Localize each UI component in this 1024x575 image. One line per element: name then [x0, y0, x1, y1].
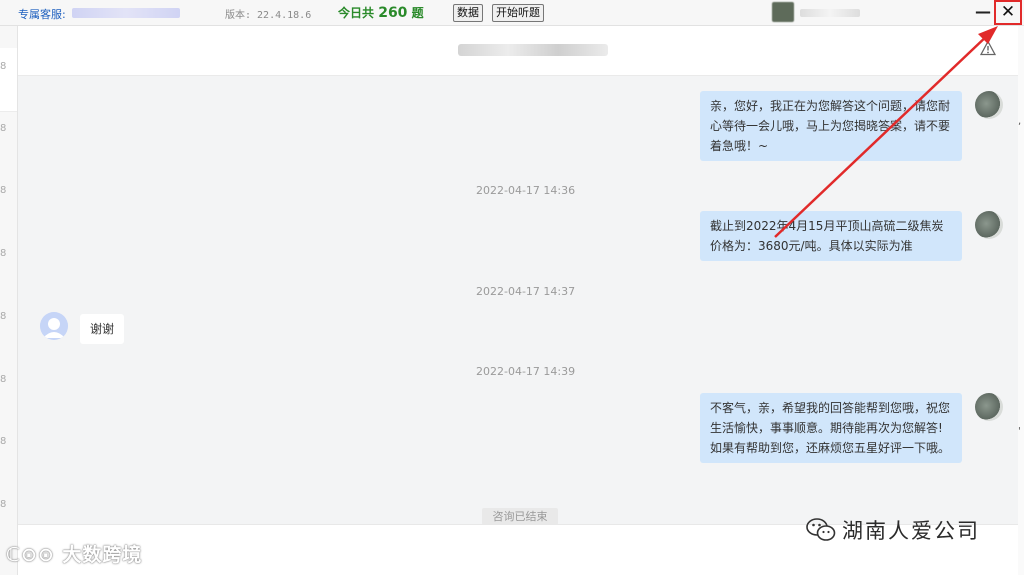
watermark-left: ℂ⊙⊙ 大数跨境: [6, 544, 143, 566]
version-label: 版本: 22.4.18.6: [225, 10, 312, 21]
timestamp: 2022-04-17 14:36: [476, 184, 576, 197]
start-listen-button[interactable]: 开始听题: [492, 4, 544, 22]
redacted-user-name: [800, 9, 860, 17]
agent-message: 亲，您好，我正在为您解答这个问题，请您耐心等待一会儿哦，马上为您揭晓答案，请不要…: [700, 91, 962, 161]
watermark-logo-icon: ℂ⊙⊙: [6, 544, 63, 566]
top-toolbar: 专属客服: 版本: 22.4.18.6 今日共 260 题 数据 开始听题 — …: [0, 0, 1024, 26]
minimize-button[interactable]: —: [975, 3, 991, 21]
redacted-user-avatar: [772, 2, 794, 22]
redacted-service-name: [72, 8, 180, 18]
right-panel-edge: , ': [1018, 26, 1024, 575]
left-digit: 8: [0, 123, 7, 134]
wechat-icon: [806, 518, 836, 541]
today-count: 260: [378, 5, 408, 21]
left-digit: 8: [0, 185, 7, 196]
agent-message: 截止到2022年4月15月平顶山高硫二级焦炭价格为：3680元/吨。具体以实际为…: [700, 211, 962, 261]
exclusive-service-label: 专属客服:: [18, 8, 66, 21]
close-button[interactable]: ✕: [994, 0, 1022, 25]
consult-ended-badge: 咨询已结束: [482, 508, 558, 525]
left-digit: 8: [0, 499, 7, 510]
redacted-chat-title: [458, 44, 608, 56]
agent-avatar: [975, 393, 1003, 421]
timestamp: 2022-04-17 14:39: [476, 365, 576, 378]
user-message: 谢谢: [80, 314, 125, 344]
user-avatar-icon: [40, 312, 68, 340]
agent-avatar: [975, 91, 1003, 119]
data-button[interactable]: 数据: [453, 4, 483, 22]
left-panel-edge: 8 8 8 8 8 8 8 8: [0, 26, 18, 575]
timestamp: 2022-04-17 14:37: [476, 285, 576, 298]
chat-header: [18, 26, 1018, 76]
warning-icon[interactable]: [980, 40, 996, 56]
left-digit: 8: [0, 311, 7, 322]
agent-message: 不客气，亲，希望我的回答能帮到您哦，祝您生活愉快，事事顺意。期待能再次为您解答!…: [700, 393, 962, 463]
today-count-label: 今日共 260 题: [338, 5, 424, 21]
left-digit: 8: [0, 248, 7, 259]
left-digit: 8: [0, 61, 7, 72]
left-digit: 8: [0, 436, 7, 447]
agent-avatar: [975, 211, 1003, 239]
left-panel-box: [0, 48, 17, 112]
left-digit: 8: [0, 374, 7, 385]
watermark-right: 湖南人爱公司: [806, 515, 980, 545]
